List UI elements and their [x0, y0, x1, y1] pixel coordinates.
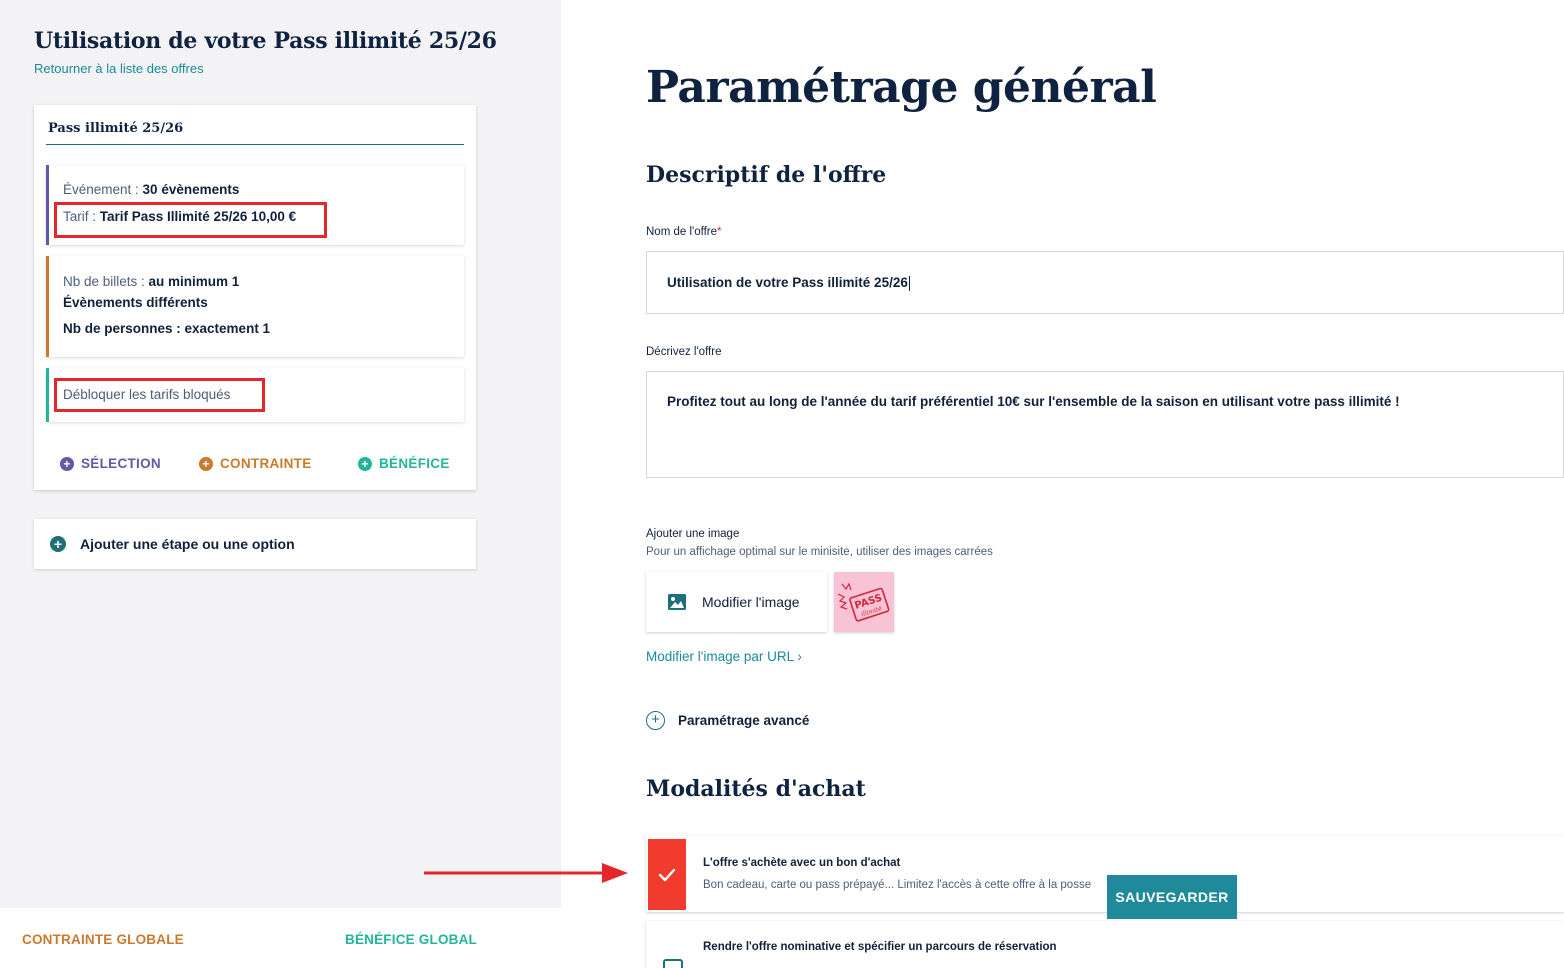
tickets-value: au minimum 1	[148, 274, 240, 289]
add-image-label: Ajouter une image	[646, 528, 740, 540]
advanced-settings-label: Paramétrage avancé	[678, 713, 810, 728]
tickets-row: Nb de billets : au minimum 1	[63, 274, 239, 289]
offer-name-label: Nom de l'offre*	[646, 226, 722, 238]
pass-stamp-image: PASS illimité	[834, 572, 894, 632]
contrainte-step[interactable]: Nb de billets : au minimum 1 Évènements …	[46, 256, 464, 357]
highlight-box-tarif	[54, 202, 327, 238]
save-button[interactable]: SAUVEGARDER	[1107, 875, 1237, 919]
offer-description-textarea[interactable]: Profitez tout au long de l'année du tari…	[646, 371, 1564, 478]
image-icon	[668, 594, 686, 610]
annotation-arrow-icon	[424, 863, 628, 883]
offer-name-value: Utilisation de votre Pass illimité 25/26	[667, 275, 908, 290]
add-benefice-label: BÉNÉFICE	[379, 456, 450, 471]
persons-row: Nb de personnes : exactement 1	[63, 321, 271, 336]
highlight-box-benefice	[54, 378, 265, 412]
offer-card-title: Pass illimité 25/26	[48, 121, 184, 136]
offer-name-label-text: Nom de l'offre	[646, 226, 718, 238]
tickets-label: Nb de billets :	[63, 274, 149, 289]
divider	[46, 144, 464, 145]
nominative-option[interactable]: Rendre l'offre nominative et spécifier u…	[646, 921, 1564, 968]
global-contrainte-button[interactable]: CONTRAINTE GLOBALE	[22, 932, 184, 947]
page-title: Paramétrage général	[646, 62, 1157, 113]
offer-card: Pass illimité 25/26 Événement : 30 évène…	[34, 105, 476, 490]
plus-icon: +	[60, 456, 74, 471]
advanced-settings-toggle[interactable]: + Paramétrage avancé	[646, 711, 809, 730]
voucher-option-title: L'offre s'achète avec un bon d'achat	[703, 857, 901, 869]
nominative-checkbox[interactable]	[663, 959, 683, 968]
nominative-option-title: Rendre l'offre nominative et spécifier u…	[703, 941, 1057, 953]
global-benefice-button[interactable]: BÉNÉFICE GLOBAL	[345, 932, 477, 947]
modify-image-url-link[interactable]: Modifier l'image par URL ›	[646, 649, 802, 664]
add-contrainte-button[interactable]: + CONTRAINTE	[199, 456, 312, 471]
add-step-label: Ajouter une étape ou une option	[80, 536, 295, 552]
add-contrainte-label: CONTRAINTE	[220, 456, 312, 471]
events-distinct: Évènements différents	[63, 295, 208, 310]
event-label: Événement :	[63, 182, 143, 197]
section-title-descriptif: Descriptif de l'offre	[646, 162, 887, 188]
required-marker: *	[717, 226, 722, 238]
modify-image-label: Modifier l'image	[702, 594, 800, 610]
voucher-option[interactable]: L'offre s'achète avec un bon d'achat Bon…	[646, 836, 1564, 912]
offer-name-input[interactable]: Utilisation de votre Pass illimité 25/26	[646, 251, 1564, 314]
event-row: Événement : 30 évènements	[63, 182, 239, 197]
checkmark-icon	[658, 868, 676, 881]
add-selection-label: SÉLECTION	[81, 456, 161, 471]
offer-description-value: Profitez tout au long de l'année du tari…	[667, 394, 1400, 409]
back-to-offers-link[interactable]: Retourner à la liste des offres	[34, 61, 204, 76]
modify-image-button[interactable]: Modifier l'image	[646, 572, 827, 632]
plus-icon: +	[358, 456, 372, 471]
image-hint: Pour un affichage optimal sur le minisit…	[646, 546, 993, 558]
offer-steps-panel: Utilisation de votre Pass illimité 25/26…	[0, 0, 561, 908]
add-step-button[interactable]: + Ajouter une étape ou une option	[34, 519, 476, 569]
section-title-modalites: Modalités d'achat	[646, 776, 866, 802]
text-caret	[908, 275, 910, 291]
voucher-checkbox[interactable]	[648, 839, 686, 910]
offer-description-label: Décrivez l'offre	[646, 346, 722, 358]
offer-title: Utilisation de votre Pass illimité 25/26	[34, 28, 497, 54]
plus-icon: +	[199, 456, 213, 471]
voucher-option-description: Bon cadeau, carte ou pass prépayé... Lim…	[703, 879, 1092, 891]
add-benefice-button[interactable]: + BÉNÉFICE	[358, 456, 450, 471]
add-selection-button[interactable]: + SÉLECTION	[60, 456, 161, 471]
event-value: 30 évènements	[142, 182, 240, 197]
plus-circle-icon: +	[50, 536, 66, 552]
offer-image-thumbnail: PASS illimité	[834, 572, 894, 632]
global-options-bar: CONTRAINTE GLOBALE BÉNÉFICE GLOBAL	[0, 908, 561, 968]
plus-circle-icon: +	[646, 711, 665, 730]
